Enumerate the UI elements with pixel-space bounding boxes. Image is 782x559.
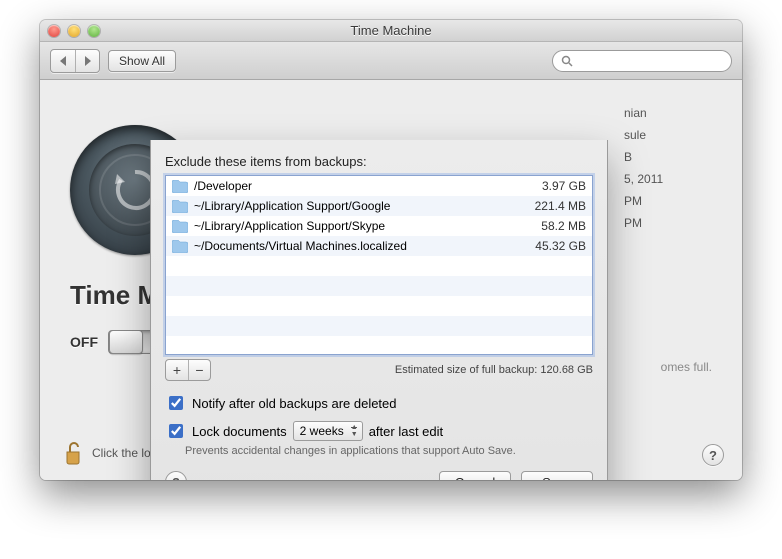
back-button[interactable] [51, 50, 75, 72]
window-title: Time Machine [40, 23, 742, 38]
lock-hint: Prevents accidental changes in applicati… [185, 445, 593, 457]
lock-period-select[interactable]: 2 weeks ▲▼ [293, 421, 363, 441]
cancel-button[interactable]: Cancel [439, 471, 511, 480]
lock-label-after: after last edit [369, 424, 443, 439]
exclude-row[interactable]: /Developer 3.97 GB [166, 176, 592, 196]
notify-checkbox-row[interactable]: Notify after old backups are deleted [165, 393, 593, 413]
folder-icon [172, 180, 188, 193]
sheet-help-button[interactable]: ? [165, 471, 187, 480]
show-all-button[interactable]: Show All [108, 50, 176, 72]
remove-button[interactable]: − [188, 360, 210, 380]
exclude-row[interactable]: ~/Library/Application Support/Skype 58.2… [166, 216, 592, 236]
help-button[interactable]: ? [702, 444, 724, 466]
text-fragment: omes full. [661, 360, 712, 374]
exclude-row[interactable]: ~/Library/Application Support/Google 221… [166, 196, 592, 216]
folder-icon [172, 200, 188, 213]
search-input[interactable] [579, 53, 723, 69]
search-icon [561, 55, 573, 67]
notify-checkbox[interactable] [169, 396, 183, 410]
estimate-label: Estimated size of full backup: 120.68 GB [211, 364, 593, 376]
notify-label: Notify after old backups are deleted [192, 396, 397, 411]
traffic-lights [40, 25, 100, 37]
pane-body: Time Machine OFF nian sule B 5, 2011 PM … [40, 80, 742, 480]
folder-icon [172, 240, 188, 253]
titlebar: Time Machine [40, 20, 742, 42]
nav-segment [50, 49, 100, 73]
folder-icon [172, 220, 188, 233]
toolbar: Show All [40, 42, 742, 80]
lock-docs-checkbox[interactable] [169, 424, 183, 438]
options-sheet: Exclude these items from backups: /Devel… [150, 140, 608, 480]
sheet-heading: Exclude these items from backups: [165, 154, 593, 169]
lock-label-before: Lock documents [192, 424, 287, 439]
exclude-list[interactable]: /Developer 3.97 GB ~/Library/Application… [165, 175, 593, 355]
disk-info: nian sule B 5, 2011 PM PM [624, 102, 724, 234]
minimize-window[interactable] [68, 25, 80, 37]
zoom-window[interactable] [88, 25, 100, 37]
unlock-icon [62, 440, 84, 466]
close-window[interactable] [48, 25, 60, 37]
toolbar-search[interactable] [552, 50, 732, 72]
forward-button[interactable] [75, 50, 99, 72]
add-remove-segment: + − [165, 359, 211, 381]
save-button[interactable]: Save [521, 471, 593, 480]
add-button[interactable]: + [166, 360, 188, 380]
exclude-row[interactable]: ~/Documents/Virtual Machines.localized 4… [166, 236, 592, 256]
switch-state-label: OFF [70, 334, 98, 350]
preferences-window: Time Machine Show All Time M [40, 20, 742, 480]
